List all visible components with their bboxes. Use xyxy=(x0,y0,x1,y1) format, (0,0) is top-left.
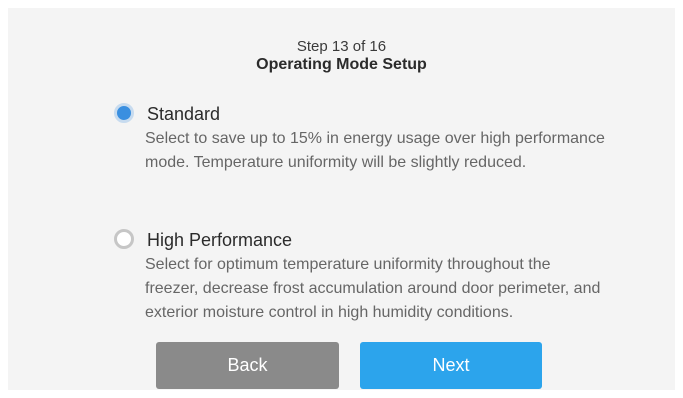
radio-standard[interactable] xyxy=(114,103,134,123)
back-button[interactable]: Back xyxy=(156,342,339,389)
page-title: Operating Mode Setup xyxy=(256,56,427,73)
option-high-performance-label[interactable]: High Performance xyxy=(147,229,292,251)
radio-high-performance[interactable] xyxy=(114,229,134,249)
step-indicator: Step 13 of 16 xyxy=(296,38,387,55)
option-standard-label[interactable]: Standard xyxy=(147,103,220,125)
next-button[interactable]: Next xyxy=(360,342,542,389)
option-standard-description: Select to save up to 15% in energy usage… xyxy=(145,130,605,171)
option-high-performance-description: Select for optimum temperature uniformit… xyxy=(145,256,601,321)
